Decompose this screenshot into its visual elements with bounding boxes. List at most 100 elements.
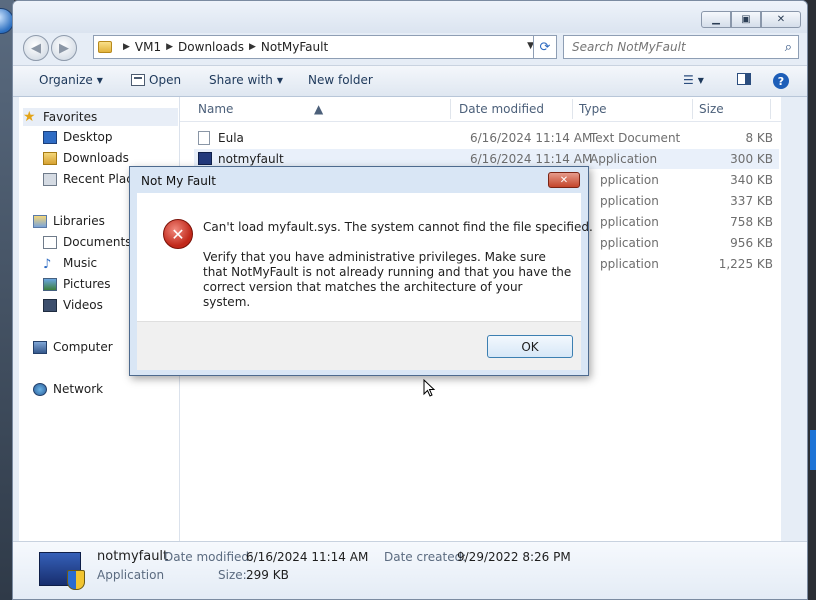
ok-button[interactable]: OK xyxy=(487,335,573,358)
details-file-name: notmyfault xyxy=(97,549,169,564)
text-document-icon xyxy=(198,131,210,145)
folder-icon xyxy=(98,41,112,53)
explorer-titlebar[interactable]: ▁ ▣ ✕ xyxy=(13,1,807,33)
close-button[interactable]: ✕ xyxy=(761,11,801,28)
share-with-button[interactable]: Share with ▼ xyxy=(209,73,283,87)
open-label: Open xyxy=(149,73,182,87)
details-size-label: Size: xyxy=(218,568,247,582)
command-bar: Organize ▼ Open Share with ▼ New folder … xyxy=(13,65,807,97)
dialog-close-button[interactable]: ✕ xyxy=(548,172,580,188)
file-size: 8 KB xyxy=(745,131,773,145)
nav-label-favorites: Favorites xyxy=(43,110,98,124)
back-arrow-icon: ◀ xyxy=(31,40,41,56)
breadcrumb-notmyfault[interactable]: NotMyFault xyxy=(261,40,328,54)
mouse-cursor-icon xyxy=(423,379,436,397)
music-icon: ♪ xyxy=(43,256,52,272)
nav-item-music[interactable]: ♪ Music xyxy=(43,256,98,272)
nav-item-desktop[interactable]: Desktop xyxy=(43,130,113,144)
documents-icon xyxy=(43,235,57,249)
address-bar[interactable]: ▶ VM1 ▶ Downloads ▶ NotMyFault ▼ xyxy=(93,35,539,59)
back-button[interactable]: ◀ xyxy=(23,35,49,61)
recent-places-icon xyxy=(43,172,57,186)
breadcrumb-downloads[interactable]: Downloads xyxy=(178,40,244,54)
restore-icon: ▣ xyxy=(741,14,751,25)
nav-label-music: Music xyxy=(63,256,98,270)
file-type: pplication xyxy=(600,236,659,250)
new-folder-button[interactable]: New folder xyxy=(308,73,373,87)
file-type: pplication xyxy=(600,173,659,187)
change-view-button[interactable]: ☰ ▼ xyxy=(683,73,704,87)
nav-item-favorites[interactable]: ★ Favorites xyxy=(23,108,178,126)
videos-icon xyxy=(43,298,57,312)
column-header-name[interactable]: Name xyxy=(198,102,233,116)
nav-item-recent-places[interactable]: Recent Plac xyxy=(43,172,133,186)
details-date-created: 9/29/2022 8:26 PM xyxy=(457,550,571,564)
nav-item-network[interactable]: Network xyxy=(33,382,103,396)
refresh-button[interactable]: ⟳ xyxy=(533,35,557,59)
search-icon[interactable]: ⌕ xyxy=(785,40,792,55)
column-divider[interactable] xyxy=(770,99,771,119)
dialog-footer: OK xyxy=(137,321,581,370)
file-type: pplication xyxy=(600,257,659,271)
dialog-body: ✕ Can't load myfault.sys. The system can… xyxy=(137,193,593,321)
error-icon: ✕ xyxy=(163,219,193,249)
file-date: 6/16/2024 11:14 AM xyxy=(470,152,593,166)
column-header-type[interactable]: Type xyxy=(579,102,607,116)
nav-item-videos[interactable]: Videos xyxy=(43,298,103,312)
file-date: 6/16/2024 11:14 AM xyxy=(470,131,593,145)
sort-ascending-icon: ▲ xyxy=(314,102,324,116)
network-icon xyxy=(33,382,47,396)
column-divider[interactable] xyxy=(572,99,573,119)
nav-label-pictures: Pictures xyxy=(63,277,111,291)
column-header-date-modified[interactable]: Date modified xyxy=(459,102,544,116)
details-date-modified-label: Date modified: xyxy=(164,550,254,564)
nav-item-documents[interactable]: Documents xyxy=(43,235,131,249)
nav-item-pictures[interactable]: Pictures xyxy=(43,277,111,291)
error-dialog: Not My Fault ✕ ✕ Can't load myfault.sys.… xyxy=(129,166,593,376)
share-with-label: Share with xyxy=(209,73,273,87)
star-icon: ★ xyxy=(23,109,36,125)
file-row-eula[interactable]: Eula 6/16/2024 11:14 AM Text Document 8 … xyxy=(194,128,779,148)
open-icon xyxy=(131,74,145,86)
nav-item-libraries[interactable]: Libraries xyxy=(33,214,105,228)
details-size: 299 KB xyxy=(246,568,289,582)
new-folder-label: New folder xyxy=(308,73,373,87)
open-button[interactable]: Open xyxy=(131,73,181,87)
breadcrumb-vm1[interactable]: VM1 xyxy=(135,40,161,54)
chevron-right-icon: ▶ xyxy=(123,42,130,52)
nav-item-computer[interactable]: Computer xyxy=(33,340,113,354)
column-header-size[interactable]: Size xyxy=(699,102,724,116)
column-divider[interactable] xyxy=(450,99,451,119)
file-type: Application xyxy=(590,152,658,166)
organize-button[interactable]: Organize ▼ xyxy=(39,73,103,87)
file-name: notmyfault xyxy=(218,152,284,166)
maximize-button[interactable]: ▣ xyxy=(731,11,761,28)
application-icon xyxy=(198,152,212,165)
nav-label-recent-places: Recent Plac xyxy=(63,172,133,186)
nav-label-videos: Videos xyxy=(63,298,103,312)
file-type: Text Document xyxy=(590,131,681,145)
forward-button[interactable]: ▶ xyxy=(51,35,77,61)
preview-pane-button[interactable] xyxy=(737,73,751,85)
navigation-row: ◀ ▶ ▶ VM1 ▶ Downloads ▶ NotMyFault ▼ ⟳ ⌕ xyxy=(13,33,807,63)
file-name: Eula xyxy=(218,131,244,145)
help-icon: ? xyxy=(773,73,789,89)
file-size: 337 KB xyxy=(730,194,773,208)
search-input[interactable] xyxy=(570,39,774,55)
file-size: 956 KB xyxy=(730,236,773,250)
forward-arrow-icon: ▶ xyxy=(59,40,69,56)
help-button[interactable]: ? xyxy=(773,73,789,89)
desktop-accent xyxy=(810,430,816,470)
preview-pane-icon xyxy=(737,73,751,85)
details-date-modified: 6/16/2024 11:14 AM xyxy=(246,550,369,564)
nav-item-downloads[interactable]: Downloads xyxy=(43,151,129,165)
minimize-icon: ▁ xyxy=(712,14,720,25)
minimize-button[interactable]: ▁ xyxy=(701,11,731,28)
chevron-down-icon: ▼ xyxy=(697,75,704,85)
chevron-down-icon: ▼ xyxy=(276,75,284,85)
nav-label-libraries: Libraries xyxy=(53,214,105,228)
column-divider[interactable] xyxy=(692,99,693,119)
window-controls: ▁ ▣ ✕ xyxy=(701,11,801,28)
file-size: 340 KB xyxy=(730,173,773,187)
chevron-right-icon: ▶ xyxy=(166,42,174,52)
